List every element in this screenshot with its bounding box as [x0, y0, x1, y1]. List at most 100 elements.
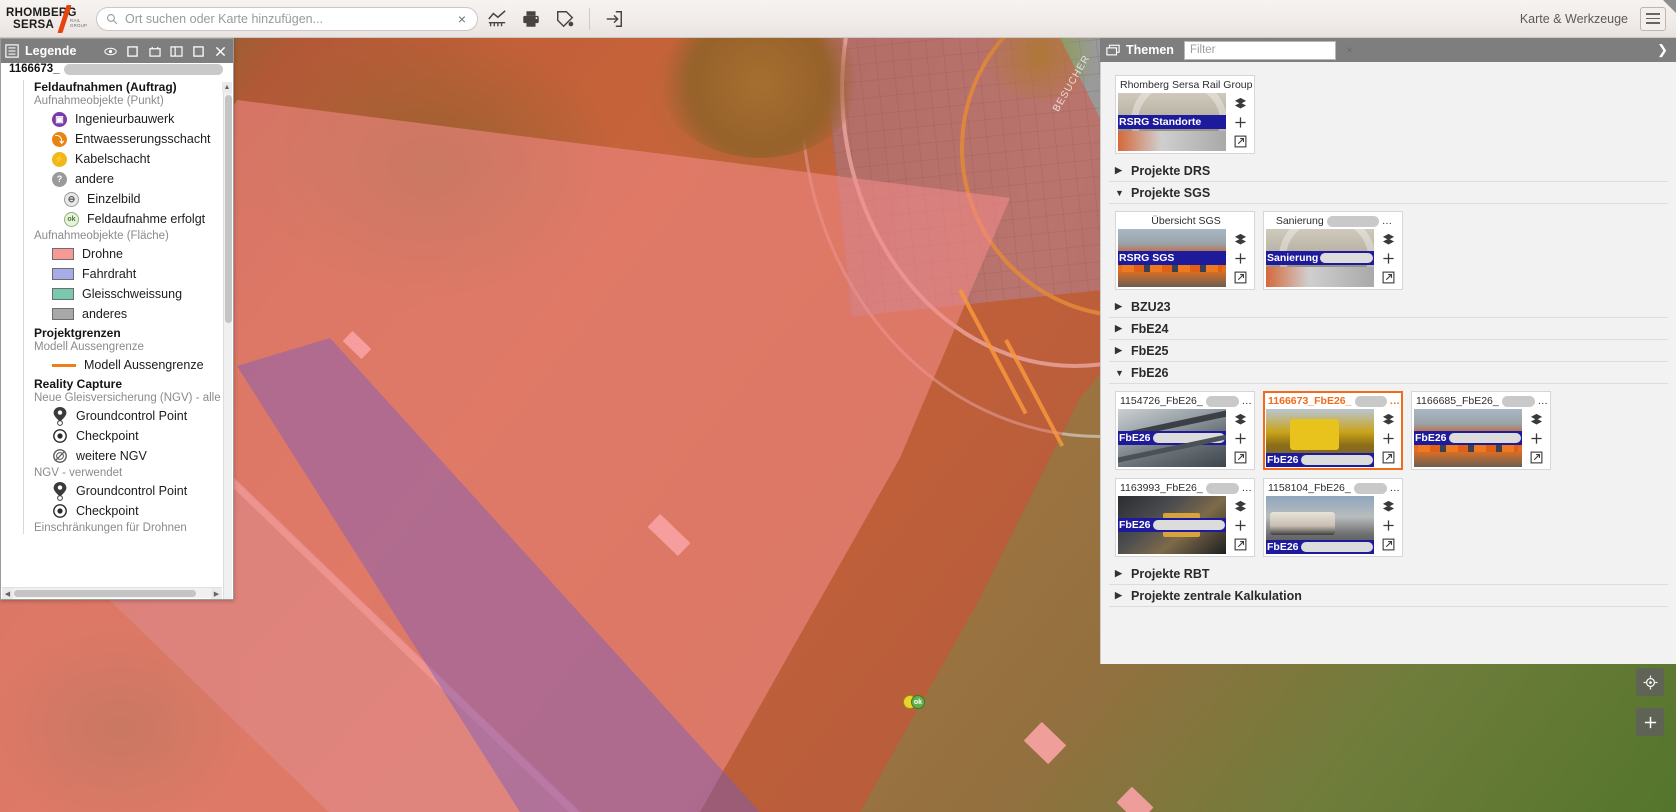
- clear-search-icon[interactable]: ×: [451, 8, 473, 30]
- add-icon[interactable]: [1232, 517, 1248, 533]
- square-icon[interactable]: [126, 45, 139, 58]
- theme-card-title-text: 1163993_FbE26_: [1120, 481, 1203, 496]
- legend-item[interactable]: Checkpoint: [34, 501, 223, 521]
- theme-card[interactable]: 1154726_FbE26_…FbE26: [1115, 391, 1255, 470]
- theme-thumbnail[interactable]: RSRG SGS: [1118, 229, 1226, 287]
- legend-vertical-scrollbar[interactable]: ▲ ▼: [223, 91, 232, 599]
- scroll-left-arrow[interactable]: ◀: [2, 588, 13, 599]
- legend-item[interactable]: Gleisschweissung: [34, 284, 223, 304]
- legend-item[interactable]: Drohne: [34, 244, 223, 264]
- ellipsis: …: [1242, 481, 1253, 496]
- add-icon[interactable]: [1232, 430, 1248, 446]
- theme-card[interactable]: 1163993_FbE26_ … FbE26: [1115, 478, 1255, 557]
- layers-icon[interactable]: [1232, 231, 1248, 247]
- filter-input[interactable]: [1185, 43, 1346, 57]
- themen-group-bzu23[interactable]: ▶BZU23: [1109, 296, 1668, 318]
- map-point-feature-marker[interactable]: ok: [903, 693, 925, 711]
- layers-icon[interactable]: [1380, 498, 1396, 514]
- themen-group-fbe26[interactable]: ▼FbE26: [1109, 362, 1668, 384]
- legend-item[interactable]: Checkpoint: [34, 426, 223, 446]
- search-box[interactable]: ×: [96, 7, 478, 31]
- panel-icon[interactable]: [192, 45, 205, 58]
- open-external-icon[interactable]: [1232, 536, 1248, 552]
- card-tools: [1229, 229, 1251, 287]
- add-icon[interactable]: [1380, 517, 1396, 533]
- open-external-icon[interactable]: [1528, 449, 1544, 465]
- print-icon[interactable]: [516, 4, 546, 34]
- search-input[interactable]: [118, 12, 451, 26]
- theme-card[interactable]: Rhomberg Sersa Rail Group...RSRG Standor…: [1115, 75, 1255, 154]
- open-external-icon[interactable]: [1232, 269, 1248, 285]
- theme-thumbnail[interactable]: RSRG Standorte: [1118, 93, 1226, 151]
- theme-thumbnail[interactable]: FbE26: [1266, 409, 1374, 467]
- collapse-icon[interactable]: [148, 45, 161, 58]
- theme-label-text: RSRG Standorte: [1119, 116, 1201, 128]
- brand-sub: RAIL GROUP: [70, 18, 87, 28]
- tag-icon[interactable]: [550, 4, 580, 34]
- theme-card[interactable]: 1158104_FbE26_…FbE26: [1263, 478, 1403, 557]
- add-icon[interactable]: [1380, 250, 1396, 266]
- collapse-panel-icon[interactable]: ❯: [1657, 42, 1670, 58]
- legend-item-label: Einzelbild: [87, 192, 141, 206]
- legend-item[interactable]: weitere NGV: [34, 446, 223, 466]
- open-external-icon[interactable]: [1380, 449, 1396, 465]
- themen-group-projekte-rbt[interactable]: ▶Projekte RBT: [1109, 563, 1668, 585]
- legend-scroll-thumb[interactable]: [225, 95, 232, 323]
- theme-thumbnail[interactable]: FbE26: [1118, 496, 1226, 554]
- themen-group-fbe25[interactable]: ▶FbE25: [1109, 340, 1668, 362]
- theme-thumbnail[interactable]: FbE26: [1266, 496, 1374, 554]
- open-external-icon[interactable]: [1232, 449, 1248, 465]
- split-view-icon[interactable]: [170, 45, 183, 58]
- locate-button[interactable]: [1636, 668, 1664, 696]
- clear-filter-icon[interactable]: ×: [1346, 43, 1353, 57]
- legend-item[interactable]: ⤵Entwaesserungsschacht: [34, 129, 223, 149]
- layers-icon[interactable]: [1232, 498, 1248, 514]
- layers-icon[interactable]: [1232, 411, 1248, 427]
- open-external-icon[interactable]: [1232, 133, 1248, 149]
- theme-thumbnail[interactable]: FbE26: [1118, 409, 1226, 467]
- filter-box[interactable]: ×: [1184, 41, 1336, 60]
- scroll-up-arrow[interactable]: ▲: [222, 82, 232, 93]
- close-icon[interactable]: [214, 45, 227, 58]
- layers-icon[interactable]: [1380, 231, 1396, 247]
- theme-card[interactable]: 1166673_FbE26_…FbE26: [1263, 391, 1403, 470]
- theme-thumbnail[interactable]: Sanierung: [1266, 229, 1374, 287]
- legend-item[interactable]: ▣Ingenieurbauwerk: [34, 109, 223, 129]
- layers-icon[interactable]: [1232, 95, 1248, 111]
- add-icon[interactable]: [1232, 114, 1248, 130]
- theme-card[interactable]: Übersicht SGSRSRG SGS: [1115, 211, 1255, 290]
- legend-scroll-area[interactable]: 1166673_ Feldaufnahmen (Auftrag)Aufnahme…: [1, 63, 223, 583]
- themen-group-projekte-drs[interactable]: ▶Projekte DRS: [1109, 160, 1668, 182]
- layers-icon[interactable]: [1380, 411, 1396, 427]
- legend-item[interactable]: ⊖Einzelbild: [34, 189, 223, 209]
- scroll-right-arrow[interactable]: ▶: [211, 588, 222, 599]
- add-feature-button[interactable]: [1636, 708, 1664, 736]
- legend-item[interactable]: Fahrdraht: [34, 264, 223, 284]
- legend-hscroll-thumb[interactable]: [14, 590, 196, 597]
- export-icon[interactable]: [599, 4, 629, 34]
- layers-icon[interactable]: [1528, 411, 1544, 427]
- legend-item[interactable]: Groundcontrol Point: [34, 406, 223, 426]
- brand-logo[interactable]: RHOMBERG SERSA RAIL GROUP: [0, 0, 88, 38]
- open-external-icon[interactable]: [1380, 536, 1396, 552]
- legend-item[interactable]: okFeldaufnahme erfolgt: [34, 209, 223, 229]
- legend-horizontal-scrollbar[interactable]: ◀ ▶: [2, 587, 222, 598]
- theme-card[interactable]: Sanierung…Sanierung: [1263, 211, 1403, 290]
- chart-icon[interactable]: [482, 4, 512, 34]
- legend-item[interactable]: Modell Aussengrenze: [34, 355, 223, 375]
- open-external-icon[interactable]: [1380, 269, 1396, 285]
- theme-thumbnail[interactable]: FbE26: [1414, 409, 1522, 467]
- add-icon[interactable]: [1232, 250, 1248, 266]
- themen-group-fbe24[interactable]: ▶FbE24: [1109, 318, 1668, 340]
- add-icon[interactable]: [1528, 430, 1544, 446]
- legend-item[interactable]: anderes: [34, 304, 223, 324]
- legend-item[interactable]: Groundcontrol Point: [34, 481, 223, 501]
- themen-group-projekte-sgs[interactable]: ▼Projekte SGS: [1109, 182, 1668, 204]
- themen-group-projekte-zentrale-kalkulation[interactable]: ▶Projekte zentrale Kalkulation: [1109, 585, 1668, 607]
- add-icon[interactable]: [1380, 430, 1396, 446]
- theme-card[interactable]: 1166685_FbE26_…FbE26: [1411, 391, 1551, 470]
- visibility-icon[interactable]: [104, 45, 117, 58]
- legend-item[interactable]: ⚡Kabelschacht: [34, 149, 223, 169]
- legend-item[interactable]: ?andere: [34, 169, 223, 189]
- themen-body[interactable]: Rhomberg Sersa Rail Group...RSRG Standor…: [1100, 62, 1676, 664]
